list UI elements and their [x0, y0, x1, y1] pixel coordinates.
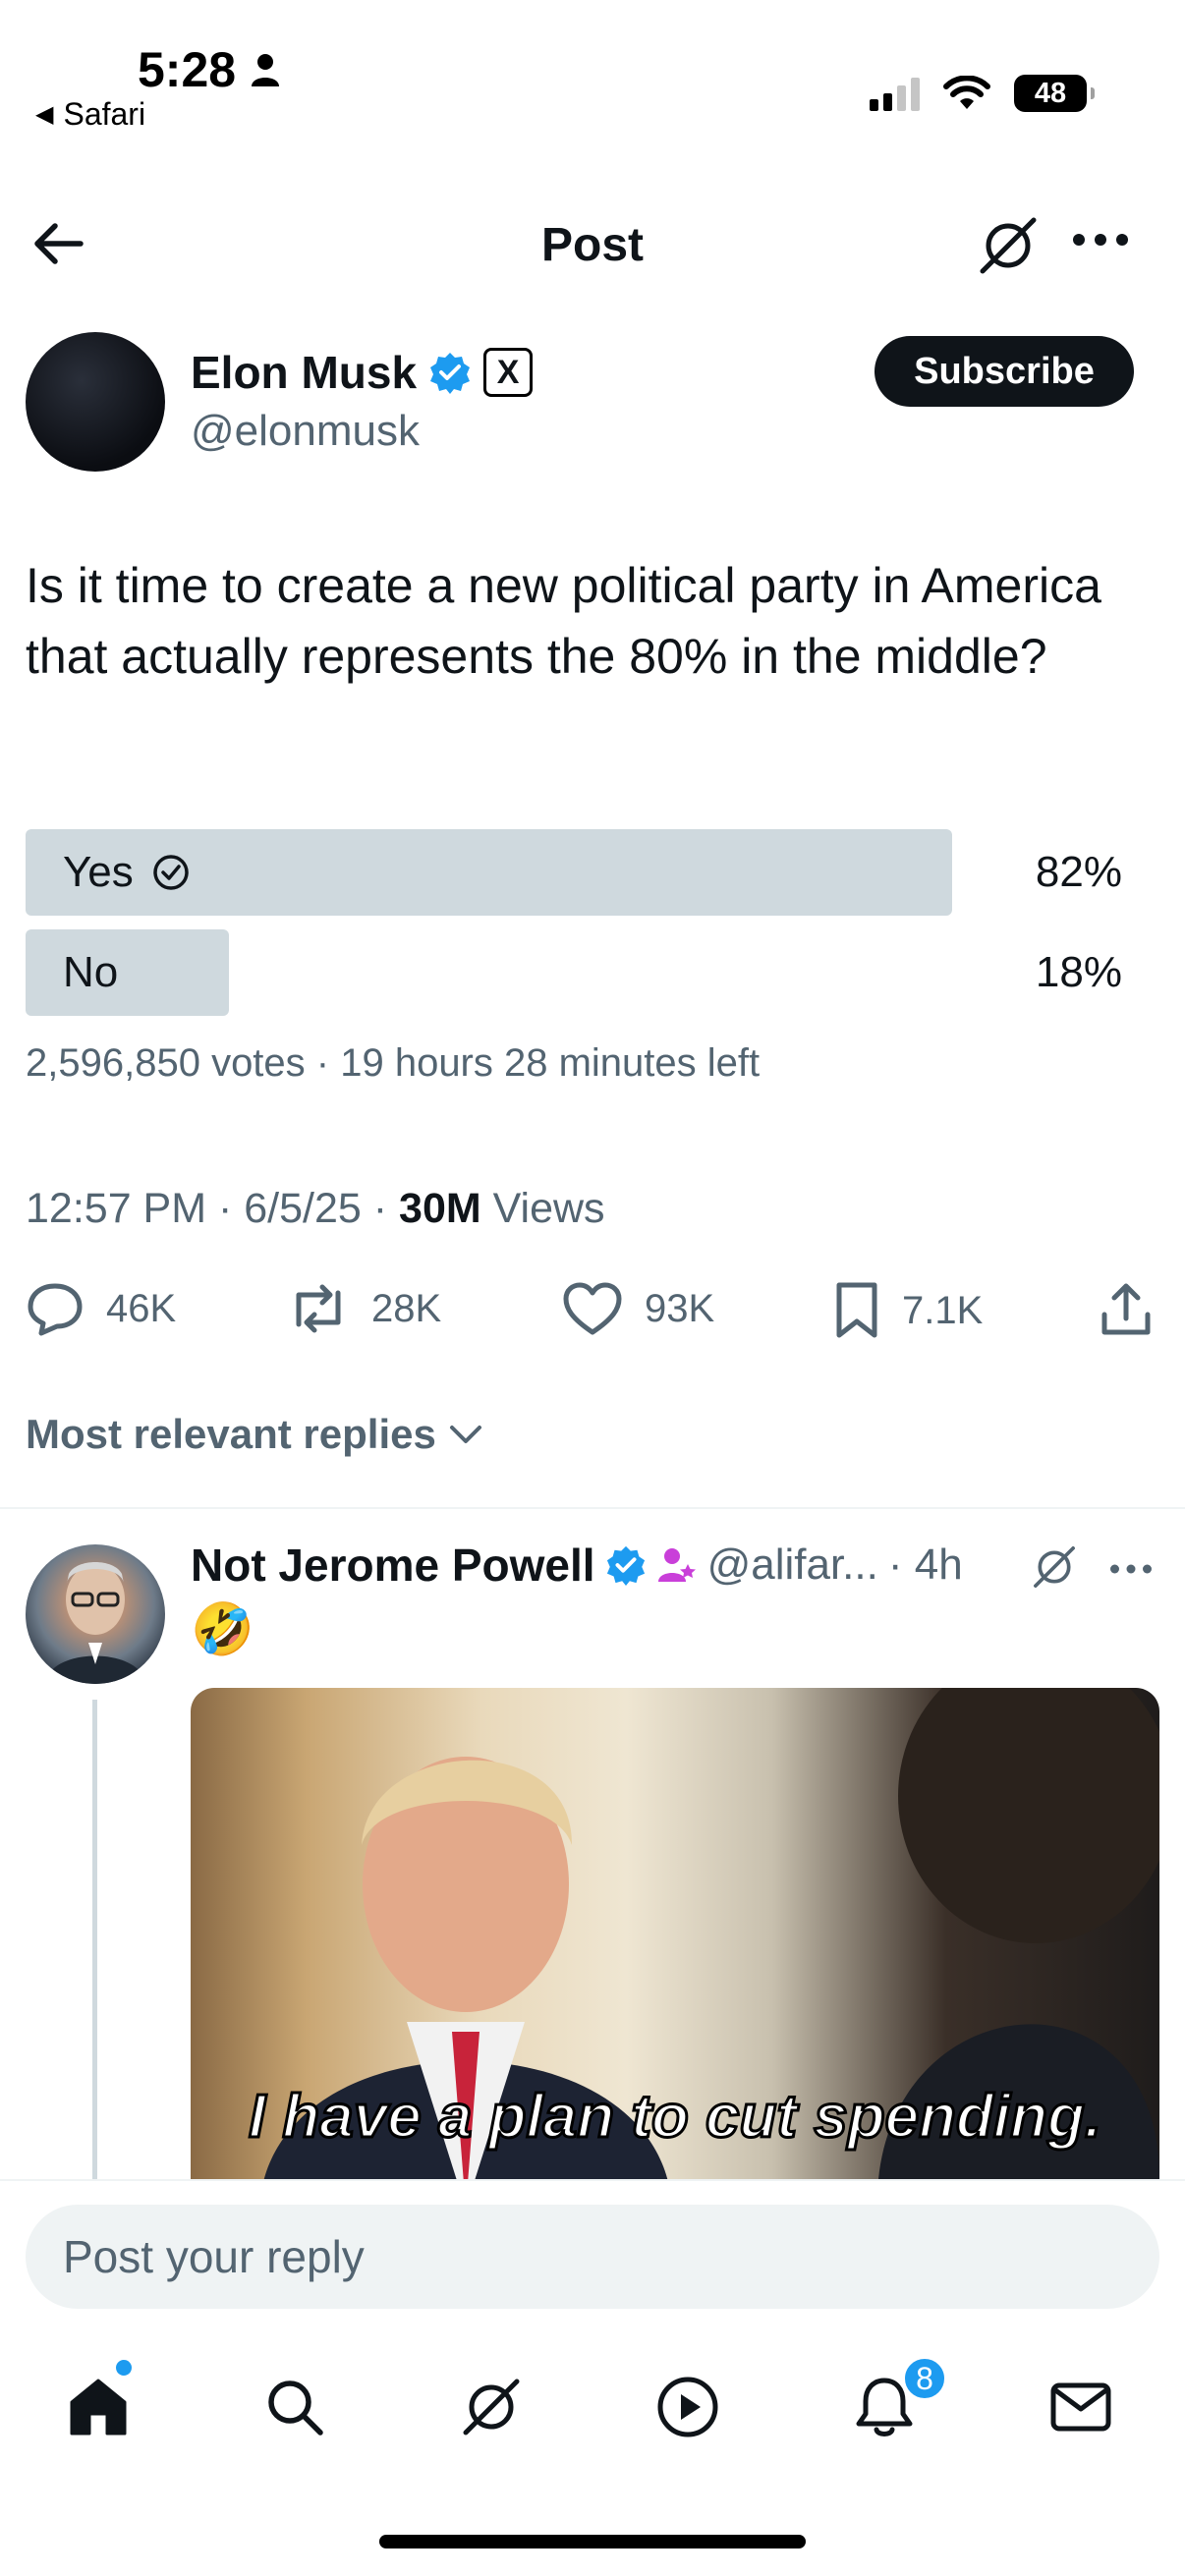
grok-button[interactable] [975, 212, 1042, 284]
subscribe-button[interactable]: Subscribe [875, 336, 1134, 407]
tab-messages[interactable] [1045, 2372, 1116, 2442]
back-app-label: Safari [63, 96, 146, 132]
more-icon [1110, 1564, 1152, 1574]
like-count: 93K [645, 1286, 715, 1330]
more-icon [1073, 234, 1128, 246]
home-indicator [379, 2535, 806, 2548]
repost-count: 28K [371, 1286, 442, 1330]
home-icon [70, 2379, 127, 2436]
battery-level: 48 [1034, 77, 1067, 109]
repost-icon [296, 1284, 341, 1333]
poll-percent-yes: 82% [1035, 848, 1122, 896]
x-affiliation-badge-icon: X [483, 348, 534, 397]
reply-grok-button[interactable] [1030, 1542, 1079, 1596]
chevron-down-icon [449, 1426, 481, 1443]
notifications-badge: 8 [902, 2356, 947, 2401]
reply-more-button[interactable] [1108, 1562, 1154, 1580]
media-caption: I have a plan to cut spending. [247, 2082, 1102, 2153]
poll-option-text: Yes [63, 848, 134, 896]
reply-count: 46K [106, 1286, 177, 1330]
status-time-text: 5:28 [138, 42, 237, 97]
wifi-icon [943, 76, 990, 109]
home-unread-dot [116, 2360, 132, 2376]
search-icon [268, 2380, 323, 2436]
poll-label-yes: Yes [63, 829, 191, 916]
like-action[interactable]: 93K [562, 1281, 714, 1336]
reply-icon [28, 1283, 83, 1336]
back-triangle-icon: ◀ [35, 101, 54, 128]
reply-author-name[interactable]: Not Jerome Powell [191, 1539, 595, 1592]
back-to-safari[interactable]: ◀ Safari [35, 96, 145, 133]
share-icon [1101, 1283, 1151, 1335]
post-timestamp-views: 12:57 PM · 6/5/25 · 30M Views [26, 1185, 605, 1233]
post-timestamp[interactable]: 12:57 PM · 6/5/25 · [26, 1185, 399, 1232]
section-divider [0, 1507, 1185, 1509]
tab-home[interactable] [63, 2372, 134, 2442]
poll-option-text: No [63, 948, 119, 996]
replies-sort-dropdown[interactable]: Most relevant replies [26, 1411, 485, 1458]
reply-time: · 4h [887, 1540, 963, 1589]
bookmark-icon [836, 1282, 877, 1338]
reply-input[interactable] [26, 2205, 1159, 2309]
post-text: Is it time to create a new political par… [26, 558, 1101, 684]
views-count: 30M [399, 1185, 481, 1232]
repost-action[interactable]: 28K [287, 1281, 441, 1336]
author-name-row[interactable]: Elon Musk X [191, 346, 534, 399]
author-avatar[interactable] [26, 332, 165, 472]
reply-header: Not Jerome Powell @alifar... · 4h [191, 1539, 963, 1592]
cellular-signal-icon [870, 76, 920, 111]
subscriber-badge-icon [657, 1548, 696, 1582]
check-circle-icon [153, 855, 189, 890]
mail-icon [1050, 2382, 1111, 2432]
grok-icon [463, 2379, 520, 2436]
bookmark-action[interactable]: 7.1K [833, 1281, 983, 1340]
grok-icon [980, 217, 1037, 274]
poll-meta: 2,596,850 votes · 19 hours 28 minutes le… [26, 1041, 761, 1085]
reply-media-image[interactable]: I have a plan to cut spending. [191, 1688, 1159, 2179]
thread-line [92, 1700, 97, 2181]
heart-icon [563, 1282, 622, 1335]
status-time: 5:28 [138, 41, 281, 98]
status-indicators: 48 [870, 75, 1095, 112]
reply-avatar-portrait [45, 1562, 145, 1684]
bookmark-count: 7.1K [902, 1288, 984, 1332]
more-options-button[interactable] [1071, 232, 1130, 252]
reply-action[interactable]: 46K [26, 1281, 176, 1336]
author-handle[interactable]: @elonmusk [191, 407, 420, 456]
reply-text: 🤣 [191, 1601, 254, 1658]
views-label: Views [480, 1185, 605, 1232]
poll-label-no: No [63, 929, 118, 1016]
reply-author-avatar[interactable] [26, 1544, 165, 1684]
verified-badge-icon [430, 353, 471, 394]
person-icon [252, 54, 280, 86]
author-name: Elon Musk [191, 347, 418, 398]
reply-author-handle[interactable]: @alifar... [707, 1540, 878, 1590]
poll-option-yes: Yes 82% [26, 829, 1146, 916]
tab-grok[interactable] [456, 2372, 527, 2442]
tab-video[interactable] [652, 2372, 723, 2442]
poll-option-no: No 18% [26, 929, 1146, 1016]
grok-icon [1034, 1546, 1075, 1588]
share-action[interactable] [1099, 1281, 1154, 1338]
tab-search[interactable] [259, 2372, 330, 2442]
play-circle-icon [657, 2377, 718, 2437]
poll-percent-no: 18% [1035, 948, 1122, 996]
replies-sort-label: Most relevant replies [26, 1411, 436, 1457]
verified-badge-icon [606, 1545, 645, 1586]
poll-bar-no [26, 929, 229, 1016]
battery-indicator: 48 [1014, 75, 1095, 112]
